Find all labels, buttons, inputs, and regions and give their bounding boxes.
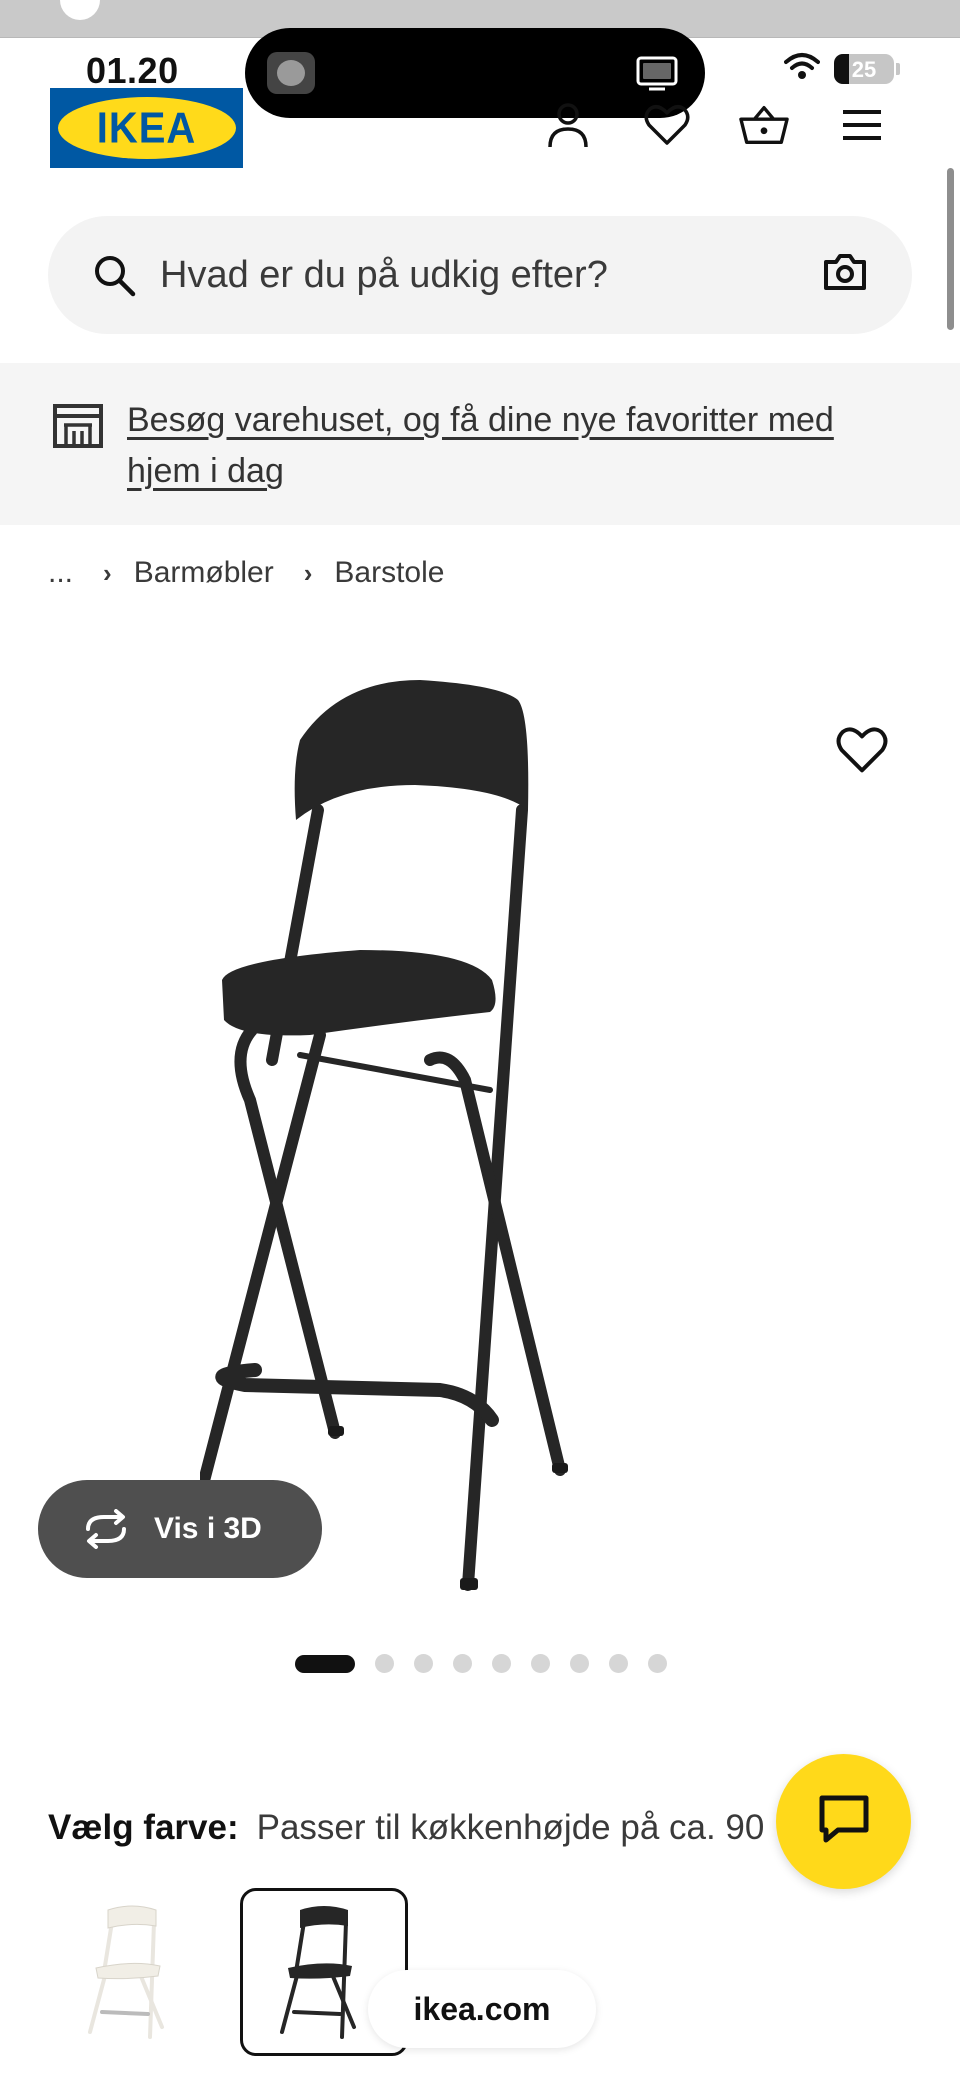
store-banner: Besøg varehuset, og få dine nye favoritt… xyxy=(0,363,960,525)
indicator-dot xyxy=(60,0,100,20)
color-value: Passer til køkkenhøjde på ca. 90 xyxy=(256,1808,765,1847)
pagination-dot[interactable] xyxy=(375,1654,394,1673)
pagination-dot[interactable] xyxy=(453,1654,472,1673)
user-icon[interactable] xyxy=(543,100,593,150)
breadcrumb-separator-icon: › xyxy=(103,557,112,588)
pagination-dot-active[interactable] xyxy=(295,1654,355,1673)
product-image[interactable] xyxy=(178,660,780,1620)
dynamic-island xyxy=(245,28,705,118)
variant-white-swatch[interactable] xyxy=(48,1888,216,2056)
pagination-dot[interactable] xyxy=(570,1654,589,1673)
breadcrumb-barstole[interactable]: Barstole xyxy=(334,556,444,590)
ikea-logo[interactable]: IKEA xyxy=(50,88,243,168)
page-scrollbar[interactable] xyxy=(947,168,954,330)
gallery-pagination[interactable] xyxy=(295,1654,667,1673)
pagination-dot[interactable] xyxy=(609,1654,628,1673)
pagination-dot[interactable] xyxy=(648,1654,667,1673)
battery-percent: 25 xyxy=(851,56,877,82)
screen-mirroring-icon xyxy=(635,56,679,97)
wifi-icon xyxy=(784,52,820,85)
pagination-dot[interactable] xyxy=(414,1654,433,1673)
search-icon xyxy=(92,253,136,297)
add-to-favourites-heart-icon[interactable] xyxy=(836,726,888,778)
heart-icon[interactable] xyxy=(642,100,692,150)
color-selector-row: Vælg farve: Passer til køkkenhøjde på ca.… xyxy=(48,1808,764,1848)
camera-icon[interactable] xyxy=(822,252,868,298)
rotate-icon xyxy=(80,1509,132,1549)
store-icon xyxy=(52,403,104,449)
battery-indicator: 25 xyxy=(834,53,894,84)
status-time: 01.20 xyxy=(86,50,179,91)
breadcrumb: ... › Barmøbler › Barstole xyxy=(48,556,444,590)
chat-button[interactable] xyxy=(776,1754,911,1889)
basket-icon[interactable] xyxy=(739,100,789,150)
menu-icon[interactable] xyxy=(837,100,887,150)
browser-url-pill[interactable]: ikea.com xyxy=(368,1970,596,2048)
breadcrumb-barmobler[interactable]: Barmøbler xyxy=(134,556,274,590)
store-visit-link[interactable]: Besøg varehuset, og få dine nye favoritt… xyxy=(127,395,907,497)
status-right: 25 xyxy=(784,52,900,85)
battery-tip xyxy=(896,62,900,75)
logo-oval: IKEA xyxy=(57,97,236,159)
app-thumbnail xyxy=(267,52,315,94)
search-bar[interactable]: Hvad er du på udkig efter? xyxy=(48,216,912,334)
view-in-3d-button[interactable]: Vis i 3D xyxy=(38,1480,322,1578)
breadcrumb-separator-icon: › xyxy=(303,557,313,588)
color-label: Vælg farve: xyxy=(48,1808,239,1847)
pagination-dot[interactable] xyxy=(492,1654,511,1673)
pagination-dot[interactable] xyxy=(531,1654,550,1673)
logo-text: IKEA xyxy=(96,103,197,152)
breadcrumb-ellipsis[interactable]: ... xyxy=(48,556,73,590)
view-in-3d-label: Vis i 3D xyxy=(154,1512,262,1545)
chat-icon xyxy=(816,1792,872,1851)
search-input[interactable]: Hvad er du på udkig efter? xyxy=(160,254,822,297)
